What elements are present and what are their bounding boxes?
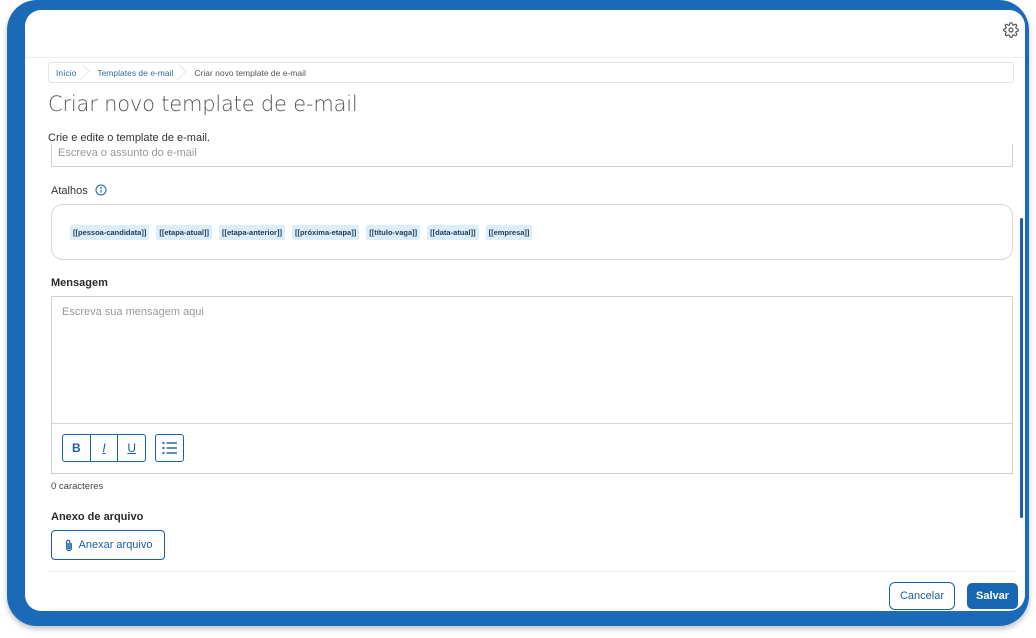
editor-toolbar: B I U	[52, 423, 1012, 473]
paperclip-icon	[65, 539, 72, 551]
shortcut-chip[interactable]: [[empresa]]	[485, 224, 533, 240]
shortcut-chip[interactable]: [[etapa-atual]]	[156, 224, 212, 240]
italic-button[interactable]: I	[89, 435, 118, 461]
breadcrumb: Início Templates de e-mail Criar novo te…	[48, 62, 1014, 83]
bullet-list-button[interactable]	[155, 434, 184, 462]
shortcuts-box: [[pessoa-candidata]] [[etapa-atual]] [[e…	[51, 204, 1013, 260]
attach-file-button[interactable]: Anexar arquivo	[51, 530, 165, 560]
attach-file-label: Anexar arquivo	[78, 539, 153, 551]
cancel-button[interactable]: Cancelar	[889, 582, 955, 610]
breadcrumb-current: Criar novo template de e-mail	[194, 67, 306, 78]
footer-divider	[48, 571, 1015, 572]
info-icon[interactable]	[95, 184, 107, 196]
shortcut-chip[interactable]: [[pessoa-candidata]]	[70, 224, 150, 240]
attachment-label: Anexo de arquivo	[51, 511, 144, 523]
shortcut-chip[interactable]: [[próxima-etapa]]	[291, 224, 360, 240]
underline-button[interactable]: U	[117, 435, 145, 461]
shortcut-chip[interactable]: [[etapa-anterior]]	[218, 224, 285, 240]
subject-input[interactable]: Escreva o assunto do e-mail	[51, 144, 1013, 167]
header-divider	[25, 57, 1025, 58]
message-label: Mensagem	[51, 277, 108, 289]
page-subtitle: Crie e edite o template de e-mail.	[48, 132, 211, 144]
bold-button[interactable]: B	[63, 435, 90, 461]
format-button-group: B I U	[62, 434, 146, 462]
list-icon	[161, 441, 177, 455]
breadcrumb-templates[interactable]: Templates de e-mail	[90, 63, 187, 82]
message-editor[interactable]: Escreva sua mensagem aqui B I U	[51, 296, 1013, 474]
breadcrumb-home[interactable]: Início	[49, 63, 90, 82]
shortcut-chip[interactable]: [[título-vaga]]	[366, 224, 421, 240]
shortcut-chip[interactable]: [[data-atual]]	[427, 224, 479, 240]
app-screen: Início Templates de e-mail Criar novo te…	[25, 10, 1025, 611]
device-frame: Início Templates de e-mail Criar novo te…	[7, 0, 1029, 626]
message-placeholder: Escreva sua mensagem aqui	[62, 306, 204, 318]
gear-icon[interactable]	[1003, 22, 1019, 38]
save-button[interactable]: Salvar	[967, 583, 1018, 609]
page-title: Criar novo template de e-mail	[48, 92, 358, 116]
scrollbar[interactable]	[1020, 218, 1023, 518]
shortcuts-label: Atalhos	[51, 185, 88, 197]
character-counter: 0 caracteres	[51, 481, 104, 492]
